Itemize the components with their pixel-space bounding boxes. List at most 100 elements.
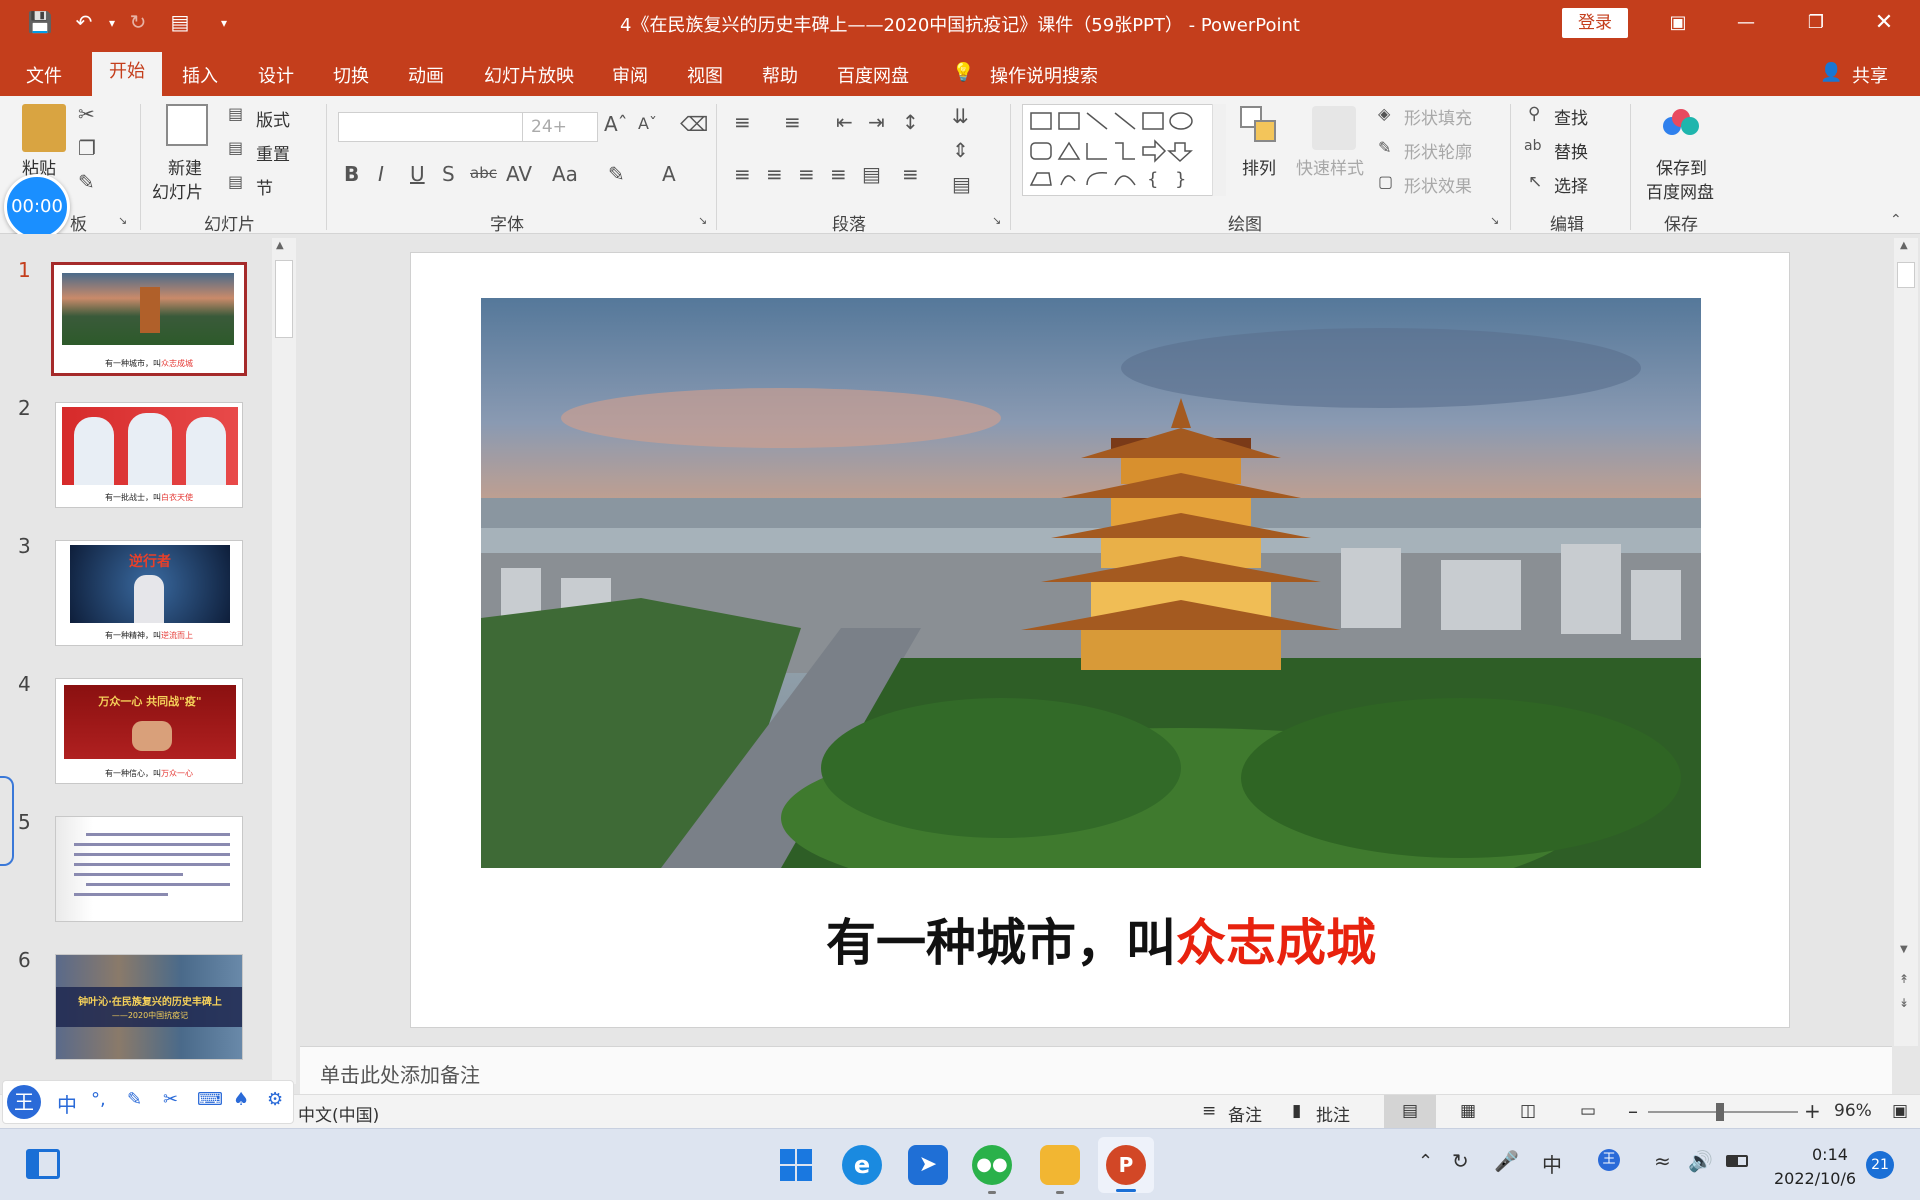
tab-view[interactable]: 视图 — [687, 62, 723, 88]
arrange-icon[interactable] — [1240, 106, 1278, 144]
tab-transitions[interactable]: 切换 — [333, 62, 369, 88]
slide-thumbnail[interactable]: 钟叶沁·在民族复兴的历史丰碑上 ——2020中国抗疫记 — [55, 954, 243, 1060]
numbering-icon[interactable]: ≡ — [784, 110, 801, 134]
replace-button[interactable]: 替换 — [1554, 138, 1588, 163]
ime-tray-icon[interactable]: 王 — [1598, 1149, 1620, 1171]
zoom-out-icon[interactable]: – — [1628, 1099, 1638, 1123]
shapes-gallery-scroll[interactable] — [1212, 104, 1226, 196]
smartart-icon[interactable]: ▤ — [952, 172, 971, 196]
ie-browser-icon[interactable]: e — [842, 1145, 882, 1185]
zoom-level[interactable]: 96% — [1834, 1101, 1872, 1121]
shape-fill-button[interactable]: 形状填充 — [1404, 104, 1472, 129]
ribbon-display-options-icon[interactable]: ▣ — [1658, 8, 1698, 38]
zoom-slider[interactable] — [1648, 1103, 1798, 1121]
slide-thumbnail[interactable] — [55, 816, 243, 922]
justify-icon[interactable]: ≡ — [830, 162, 847, 186]
wifi-icon[interactable]: ≈ — [1654, 1149, 1671, 1173]
reading-view-icon[interactable]: ◫ — [1520, 1101, 1536, 1121]
reset-button[interactable]: 重置 — [256, 140, 290, 165]
slide-thumbnail[interactable]: 有一批战士，叫白衣天使 — [55, 402, 243, 508]
new-slide-icon[interactable] — [166, 104, 208, 146]
wechat-icon[interactable]: ●● — [972, 1145, 1012, 1185]
new-slide-label[interactable]: 新建 — [168, 154, 202, 179]
layout-button[interactable]: 版式 — [256, 106, 290, 131]
previous-slide-icon[interactable]: ↟ — [1899, 972, 1909, 986]
tab-baidu-netdisk[interactable]: 百度网盘 — [837, 62, 909, 88]
align-right-icon[interactable]: ≡ — [798, 162, 815, 186]
save-to-label[interactable]: 保存到 — [1656, 154, 1707, 179]
file-explorer-icon[interactable] — [1040, 1145, 1080, 1185]
select-button[interactable]: 选择 — [1554, 172, 1588, 197]
arrange-button[interactable]: 排列 — [1242, 154, 1276, 179]
bold-icon[interactable]: B — [344, 162, 359, 186]
fit-to-window-icon[interactable]: ▣ — [1892, 1101, 1908, 1121]
tell-me-search[interactable]: 操作说明搜索 — [990, 62, 1098, 88]
scroll-thumb[interactable] — [275, 260, 293, 338]
feishu-icon[interactable]: ➤ — [908, 1145, 948, 1185]
slide-thumbnail[interactable]: 逆行者 有一种精神，叫逆流而上 — [55, 540, 243, 646]
highlight-icon[interactable]: ✎ — [608, 162, 625, 186]
scroll-down-icon[interactable]: ▼ — [1900, 944, 1908, 955]
tab-file[interactable]: 文件 — [26, 62, 62, 88]
tab-home[interactable]: 开始 — [92, 52, 162, 96]
sync-icon[interactable]: ↻ — [1452, 1149, 1469, 1173]
paragraph-launcher-icon[interactable]: ↘ — [992, 214, 1001, 227]
columns-icon[interactable]: ≡ — [902, 162, 919, 186]
baidu-cloud-icon[interactable] — [1660, 106, 1702, 140]
microphone-icon[interactable]: 🎤 — [1494, 1149, 1519, 1173]
italic-icon[interactable]: I — [378, 162, 384, 186]
ime-settings-icon[interactable]: ⚙ — [267, 1089, 283, 1110]
scroll-up-icon[interactable]: ▲ — [1900, 240, 1908, 251]
save-to-baidu-button[interactable]: 百度网盘 — [1646, 178, 1714, 203]
increase-indent-icon[interactable]: ⇥ — [868, 110, 885, 134]
ime-skin-icon[interactable]: ♠ — [233, 1089, 249, 1110]
section-button[interactable]: 节 — [256, 174, 273, 199]
login-button[interactable]: 登录 — [1562, 8, 1628, 38]
quick-styles-icon[interactable] — [1312, 106, 1356, 150]
scroll-up-icon[interactable]: ▲ — [276, 240, 284, 251]
ime-punctuation-icon[interactable]: °, — [91, 1089, 106, 1110]
scroll-thumb[interactable] — [1897, 262, 1915, 288]
notes-toggle-button[interactable]: 备注 — [1228, 1101, 1262, 1126]
align-center-icon[interactable]: ≡ — [766, 162, 783, 186]
font-size-input[interactable]: 24+ — [522, 112, 598, 142]
notes-pane[interactable]: 单击此处添加备注 — [300, 1046, 1892, 1094]
share-button[interactable]: 共享 — [1852, 62, 1888, 88]
next-slide-icon[interactable]: ↡ — [1899, 996, 1909, 1010]
thumbnails-scrollbar[interactable]: ▲ — [272, 238, 296, 1084]
ime-chinese-mode[interactable]: 中 — [57, 1089, 77, 1118]
ime-handwriting-icon[interactable]: ✎ — [127, 1089, 142, 1110]
slideshow-view-icon[interactable]: ▭ — [1580, 1101, 1596, 1121]
new-slide-dropdown[interactable]: 幻灯片 — [152, 178, 203, 203]
tab-insert[interactable]: 插入 — [182, 62, 218, 88]
char-spacing-icon[interactable]: AV — [506, 162, 532, 186]
line-spacing-icon[interactable]: ↕ — [902, 110, 919, 134]
shape-outline-button[interactable]: 形状轮廓 — [1404, 138, 1472, 163]
cut-icon[interactable]: ✂ — [78, 102, 95, 126]
close-icon[interactable]: ✕ — [1864, 8, 1904, 38]
font-launcher-icon[interactable]: ↘ — [698, 214, 707, 227]
clear-formatting-icon[interactable]: ⌫ — [680, 112, 708, 136]
slide-caption[interactable]: 有一种城市，叫众志成城 — [411, 903, 1791, 975]
normal-view-button[interactable]: ▤ — [1384, 1095, 1436, 1128]
tab-design[interactable]: 设计 — [258, 62, 294, 88]
align-text-icon[interactable]: ⇕ — [952, 138, 969, 162]
tab-animations[interactable]: 动画 — [408, 62, 444, 88]
find-button[interactable]: 查找 — [1554, 104, 1588, 129]
underline-icon[interactable]: U — [410, 162, 425, 186]
powerpoint-taskbar-button[interactable]: P — [1098, 1137, 1154, 1193]
ime-logo-icon[interactable]: 王 — [7, 1085, 41, 1119]
side-panel-handle[interactable] — [0, 776, 14, 866]
volume-icon[interactable]: 🔊 — [1688, 1149, 1713, 1173]
tab-slideshow[interactable]: 幻灯片放映 — [484, 62, 574, 88]
quick-styles-button[interactable]: 快速样式 — [1296, 154, 1364, 179]
shape-effects-button[interactable]: 形状效果 — [1404, 172, 1472, 197]
current-slide[interactable]: 有一种城市，叫众志成城 — [410, 252, 1790, 1028]
font-color-icon[interactable]: A — [662, 162, 676, 186]
format-painter-icon[interactable]: ✎ — [78, 170, 95, 194]
clock-date[interactable]: 2022/10/6 — [1774, 1169, 1856, 1188]
font-name-input[interactable] — [338, 112, 526, 142]
zoom-slider-thumb[interactable] — [1716, 1103, 1724, 1121]
change-case-icon[interactable]: Aa — [552, 162, 578, 186]
tab-help[interactable]: 帮助 — [762, 62, 798, 88]
